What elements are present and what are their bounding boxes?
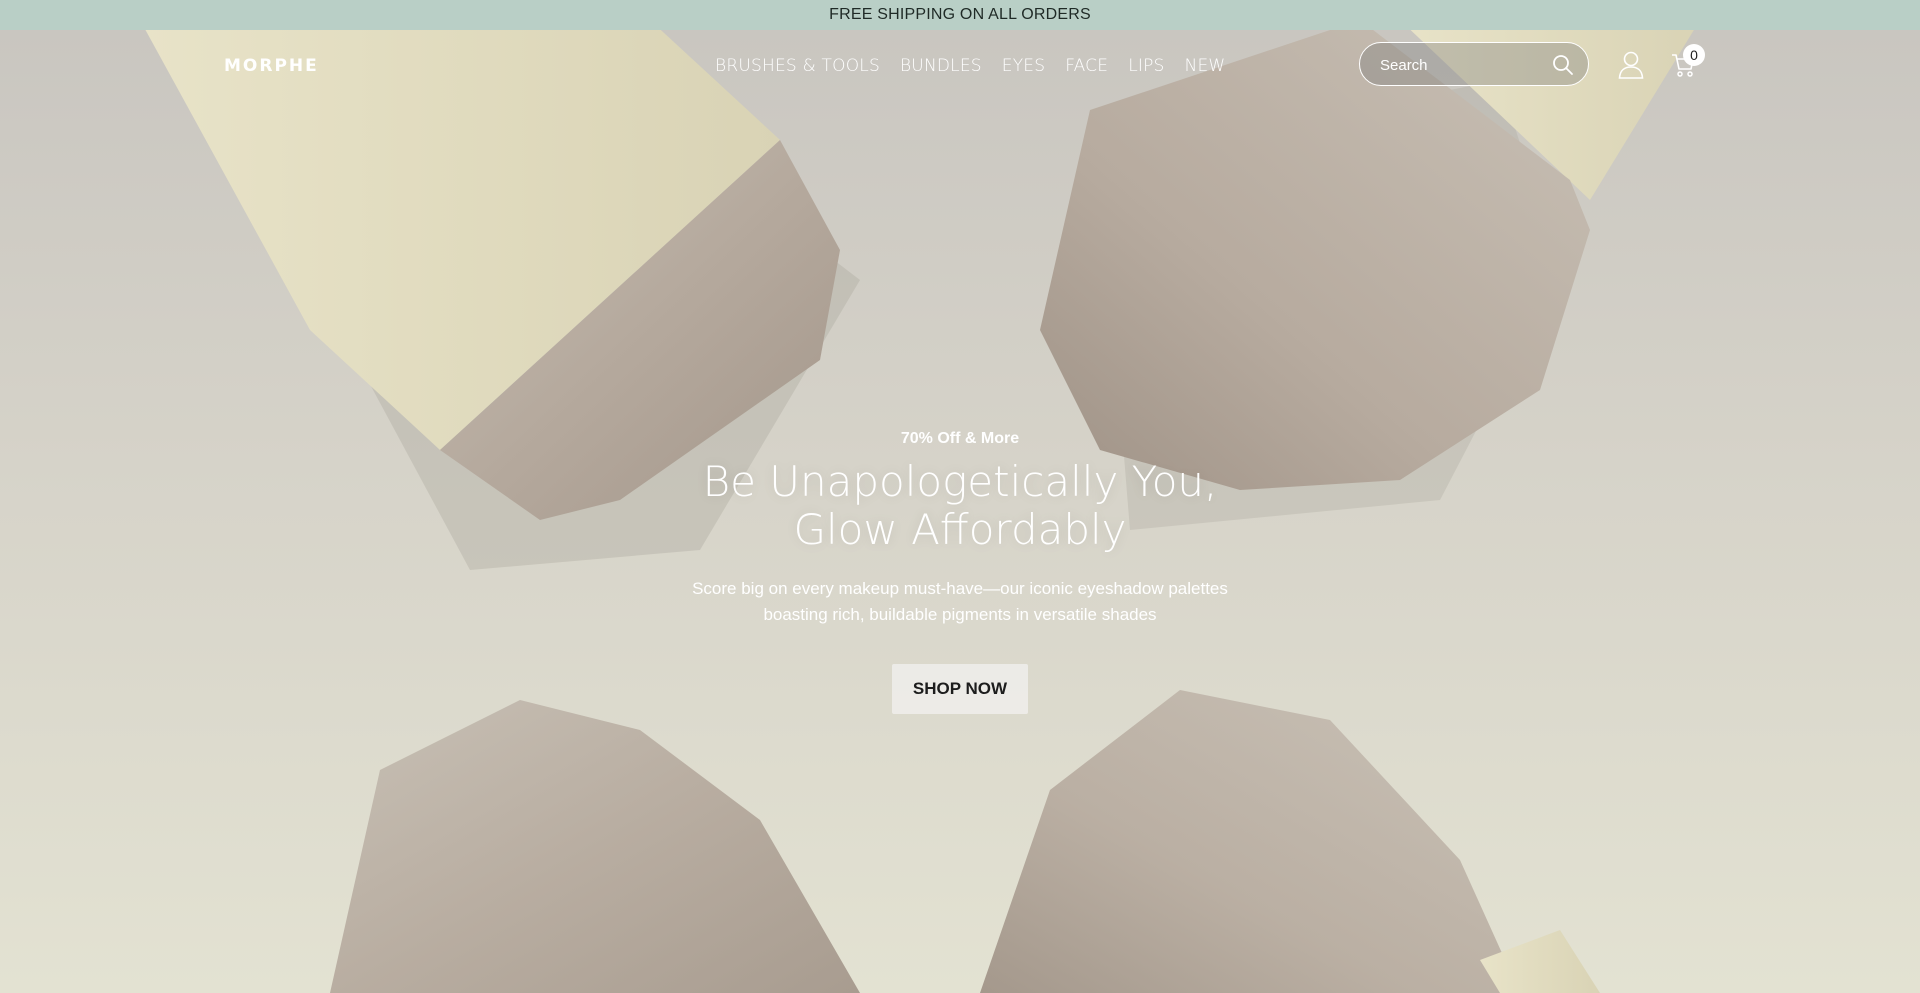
site-header: MORPHE BRUSHES & TOOLS BUNDLES EYES FACE…	[0, 30, 1920, 100]
account-icon[interactable]	[1618, 51, 1644, 84]
nav-item-lips[interactable]: LIPS	[1128, 56, 1164, 76]
search-input[interactable]	[1378, 53, 1542, 77]
hero-subtext: Score big on every makeup must-have—our …	[692, 579, 1228, 624]
announcement-bar: FREE SHIPPING ON ALL ORDERS	[0, 0, 1920, 30]
hero-headline: Be Unapologetically You, Glow Affordably	[702, 457, 1218, 554]
search-icon[interactable]	[1552, 54, 1574, 81]
hero-content: 70% Off & More Be Unapologetically You, …	[660, 430, 1260, 714]
nav-item-brushes-tools[interactable]: BRUSHES & TOOLS	[715, 56, 880, 76]
announcement-text: FREE SHIPPING ON ALL ORDERS	[829, 6, 1091, 23]
main-nav: BRUSHES & TOOLS BUNDLES EYES FACE LIPS N…	[715, 56, 1225, 76]
nav-item-bundles[interactable]: BUNDLES	[900, 56, 982, 76]
shop-now-button[interactable]: SHOP NOW	[891, 664, 1029, 714]
hero-eyebrow: 70% Off & More	[900, 430, 1020, 447]
brand-logo[interactable]: MORPHE	[224, 56, 319, 76]
nav-item-new[interactable]: NEW	[1185, 56, 1226, 76]
nav-item-eyes[interactable]: EYES	[1002, 56, 1045, 76]
search-box[interactable]	[1359, 42, 1589, 86]
cart-count-badge: 0	[1683, 44, 1705, 66]
nav-item-face[interactable]: FACE	[1065, 56, 1108, 76]
